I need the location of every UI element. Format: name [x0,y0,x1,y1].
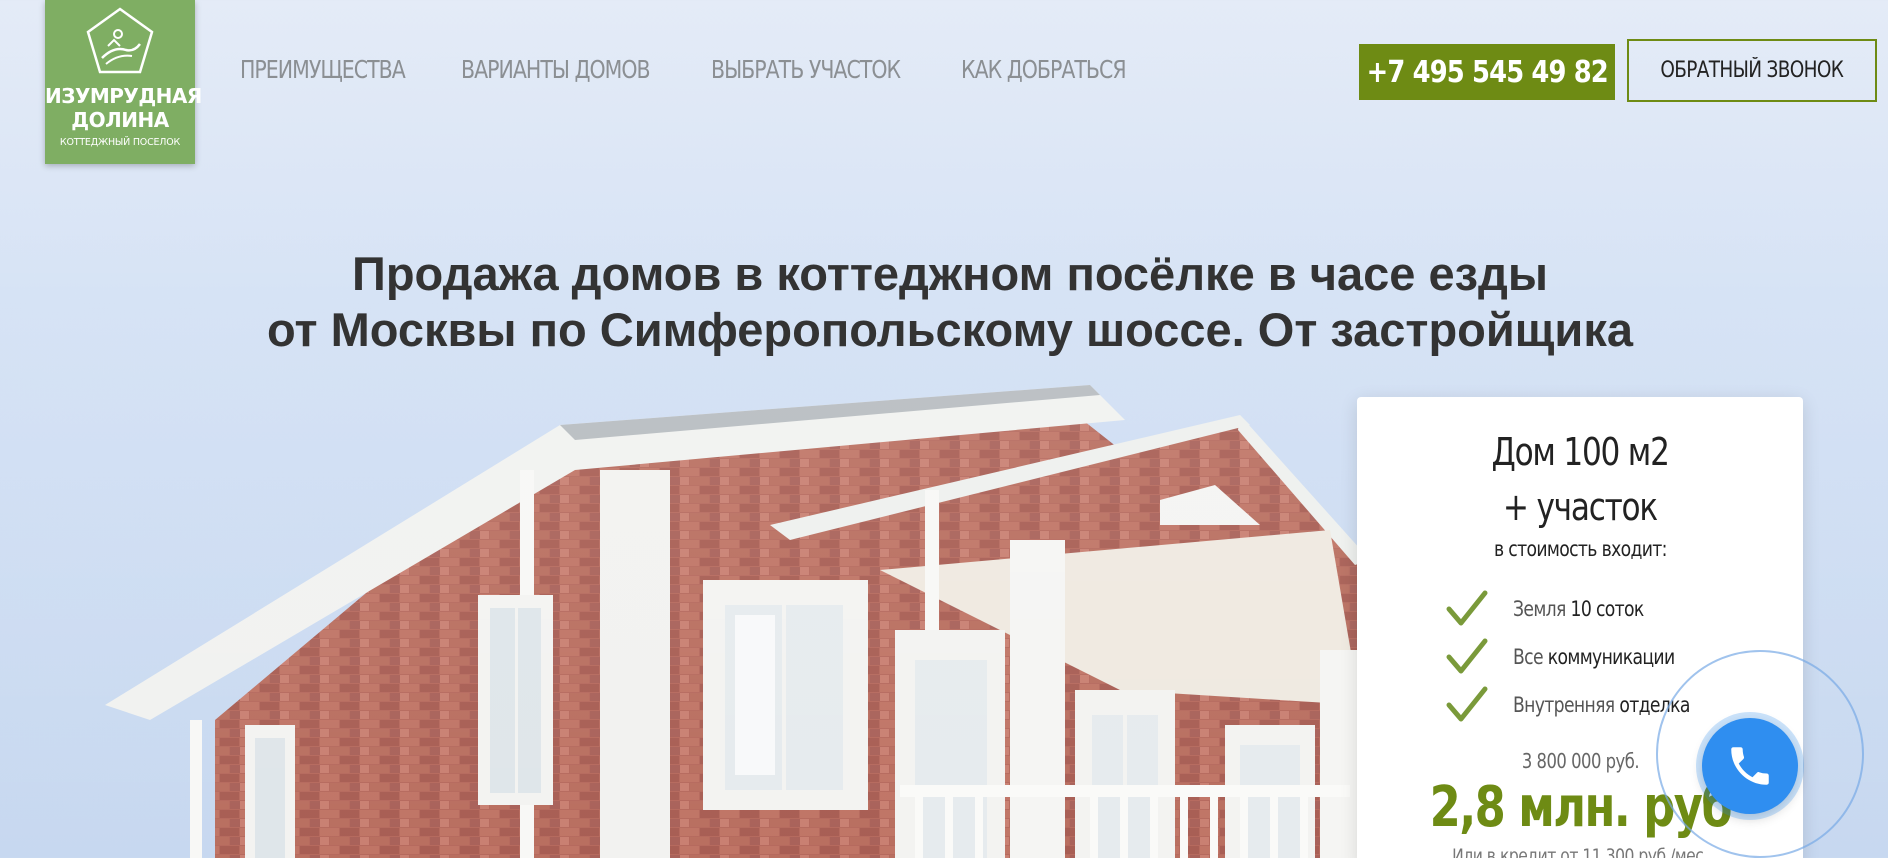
phone-number-button[interactable]: +7 495 545 49 82 [1359,44,1615,100]
list-item: Земля 10 соток [1445,585,1729,633]
brand-name: ИЗУМРУДНАЯ ДОЛИНА [45,84,202,132]
checkmark-icon [1446,590,1488,626]
page-title: Продажа домов в коттеджном посёлке в час… [120,246,1780,358]
offer-includes-label: в стоимость входит: [1493,537,1667,561]
nav-item-directions[interactable]: КАК ДОБРАТЬСЯ [961,55,1127,84]
nav-item-choose-plot[interactable]: ВЫБРАТЬ УЧАСТОК [711,55,901,84]
callback-button[interactable]: ОБРАТНЫЙ ЗВОНОК [1627,39,1877,102]
list-item: Все коммуникации [1445,633,1729,681]
house-landscape-icon [86,7,154,74]
offer-title: Дом 100 м2 + участок [1491,430,1669,529]
headline-line-2: от Москвы по Симферопольскому шоссе. От … [267,303,1633,357]
call-widget-button[interactable] [1702,718,1798,814]
phone-number: +7 495 545 49 82 [1366,54,1608,90]
callback-label: ОБРАТНЫЙ ЗВОНОК [1660,58,1844,83]
checkmark-icon [1446,638,1488,674]
brand-subtitle: КОТТЕДЖНЫЙ ПОСЕЛОК [59,137,181,148]
nav-item-advantages[interactable]: ПРЕИМУЩЕСТВА [240,55,406,84]
main-nav: ПРЕИМУЩЕСТВА ВАРИАНТЫ ДОМОВ ВЫБРАТЬ УЧАС… [240,55,1134,84]
phone-handset-icon [1731,747,1769,785]
nav-item-house-options[interactable]: ВАРИАНТЫ ДОМОВ [461,55,651,84]
headline-line-1: Продажа домов в коттеджном посёлке в час… [352,247,1548,301]
checkmark-icon [1446,686,1488,722]
brand-logo[interactable]: ИЗУМРУДНАЯ ДОЛИНА КОТТЕДЖНЫЙ ПОСЕЛОК [45,0,202,164]
